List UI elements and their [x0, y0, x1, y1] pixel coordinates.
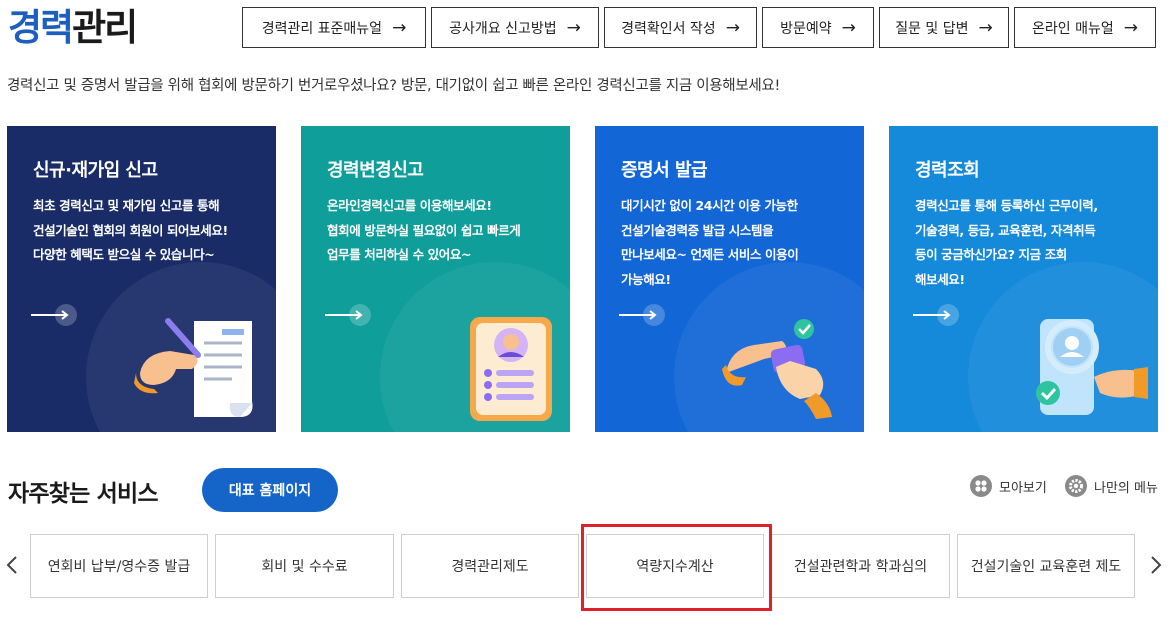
service-item[interactable]: 역량지수계산	[586, 534, 764, 598]
nav-label: 방문예약	[780, 20, 832, 37]
my-menu-button[interactable]: 나만의 메뉴	[1065, 475, 1158, 497]
title-part-1: 경력	[8, 6, 74, 49]
carousel-next-button[interactable]	[1146, 551, 1166, 579]
card-new-registration[interactable]: 신규·재가입 신고 최초 경력신고 및 재가입 신고를 통해 건설기술인 협회의 …	[7, 126, 276, 432]
view-all-button[interactable]: 모아보기	[970, 475, 1047, 497]
title-part-2: 관리	[72, 6, 138, 49]
card-text: 경력신고를 통해 등록하신 근무이력, 기술경력, 등급, 교육훈련, 자격취득 등…	[915, 198, 1098, 287]
arrow-right-icon[interactable]	[911, 304, 959, 326]
card-title: 신규·재가입 신고	[33, 160, 158, 181]
document-signing-icon	[134, 318, 253, 417]
nav-label: 온라인 매뉴얼	[1032, 20, 1114, 37]
nav-label: 공사개요 신고방법	[449, 20, 557, 37]
carousel-prev-button[interactable]	[2, 551, 22, 579]
arrow-right-icon: →	[392, 17, 407, 38]
card-certificate-issue[interactable]: 증명서 발급 대기시간 없이 24시간 이용 가능한 건설기술경력증 발급 시스템…	[595, 126, 864, 432]
card-title: 경력변경신고	[327, 160, 424, 181]
nav-label: 경력확인서 작성	[621, 20, 716, 37]
service-item[interactable]: 건설기술인 교육훈련 제도	[957, 534, 1135, 598]
page-description: 경력신고 및 증명서 발급을 위해 협회에 방문하기 번거로우셨나요? 방문, …	[7, 78, 780, 94]
card-career-change[interactable]: 경력변경신고 온라인경력신고를 이용해보세요! 협회에 방문하실 필요없이 쉽고 …	[301, 126, 570, 432]
arrow-right-icon: →	[841, 17, 856, 38]
nav-standard-manual-button[interactable]: 경력관리 표준매뉴얼 →	[242, 7, 426, 48]
arrow-right-icon[interactable]	[617, 304, 665, 326]
card-title: 경력조회	[915, 160, 980, 181]
arrow-right-icon: →	[978, 17, 993, 38]
search-profile-icon	[1036, 319, 1148, 415]
arrow-right-icon[interactable]	[29, 304, 77, 326]
card-text: 온라인경력신고를 이용해보세요! 협회에 방문하실 필요없이 쉽고 빠르게 업무를 …	[327, 198, 521, 262]
service-item[interactable]: 건설관련학과 학과심의	[771, 534, 950, 598]
main-homepage-button[interactable]: 대표 홈페이지	[202, 468, 338, 512]
nav-label: 질문 및 답변	[895, 20, 969, 37]
arrow-right-icon: →	[1123, 17, 1138, 38]
arrow-right-icon: →	[566, 17, 581, 38]
arrow-right-icon: →	[725, 17, 740, 38]
nav-qna-button[interactable]: 질문 및 답변 →	[879, 7, 1009, 48]
services-title: 자주찾는 서비스	[8, 481, 159, 507]
mobile-card-icon	[722, 319, 832, 419]
nav-report-method-button[interactable]: 공사개요 신고방법 →	[431, 7, 599, 48]
card-title: 증명서 발급	[621, 160, 708, 181]
my-menu-label: 나만의 메뉴	[1094, 480, 1158, 496]
grid-icon	[970, 475, 992, 497]
view-all-label: 모아보기	[999, 480, 1047, 496]
card-text: 최초 경력신고 및 재가입 신고를 통해 건설기술인 협회의 회원이 되어보세요!…	[33, 198, 228, 262]
arrow-right-icon[interactable]	[323, 304, 371, 326]
nav-visit-reservation-button[interactable]: 방문예약 →	[762, 7, 874, 48]
page-title: 경력관리	[8, 6, 138, 50]
nav-certificate-write-button[interactable]: 경력확인서 작성 →	[604, 7, 757, 48]
chevron-left-icon	[6, 556, 17, 574]
gear-icon	[1065, 475, 1087, 497]
nav-label: 경력관리 표준매뉴얼	[261, 20, 383, 37]
service-item[interactable]: 경력관리제도	[401, 534, 579, 598]
card-text: 대기시간 없이 24시간 이용 가능한 건설기술경력증 발급 시스템을 만나보세요~…	[621, 198, 799, 287]
service-item[interactable]: 회비 및 수수료	[215, 534, 394, 598]
chevron-right-icon	[1151, 556, 1162, 574]
top-nav: 경력관리 표준매뉴얼 → 공사개요 신고방법 → 경력확인서 작성 → 방문예약…	[242, 7, 1156, 48]
card-career-inquiry[interactable]: 경력조회 경력신고를 통해 등록하신 근무이력, 기술경력, 등급, 교육훈련, …	[889, 126, 1158, 432]
nav-online-manual-button[interactable]: 온라인 매뉴얼 →	[1014, 7, 1156, 48]
service-item[interactable]: 연회비 납부/영수증 발급	[30, 534, 208, 598]
profile-card-icon	[470, 317, 552, 421]
